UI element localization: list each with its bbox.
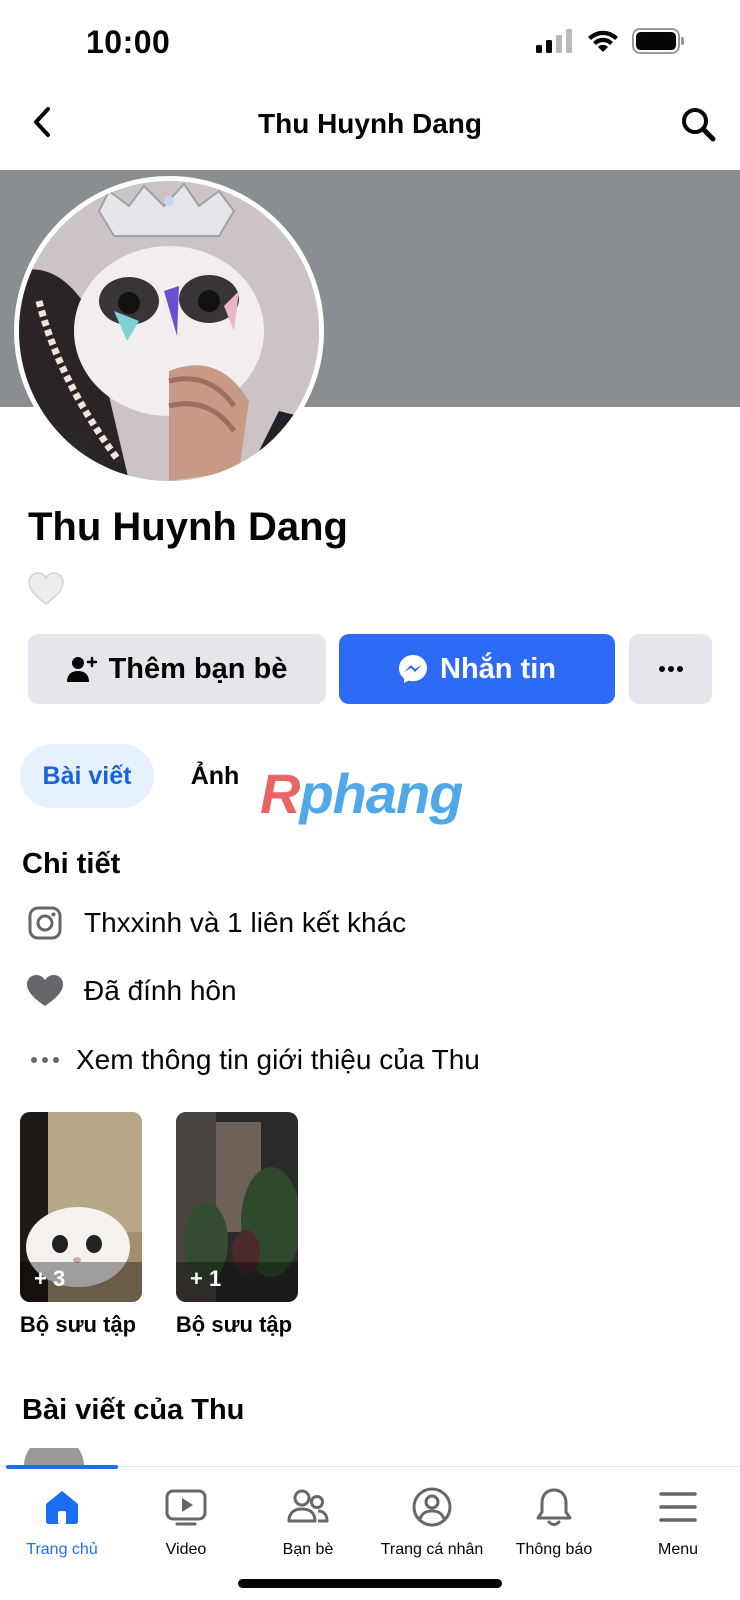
status-icons [536, 28, 686, 54]
nav-friends[interactable]: Bạn bè [246, 1483, 370, 1559]
bottom-navigation: Trang chủ Video Bạn bè Trang cá nhân Thô… [0, 1465, 740, 1600]
menu-icon [654, 1483, 702, 1531]
add-friend-icon [66, 656, 97, 682]
collection-thumbnail: + 3 [20, 1112, 142, 1302]
wifi-icon [588, 30, 618, 52]
detail-relationship-text: Đã đính hôn [84, 975, 237, 1006]
collection-item[interactable]: + 3 Bộ sưu tập [20, 1112, 142, 1338]
home-indicator [238, 1579, 502, 1588]
nav-profile[interactable]: Trang cá nhân [370, 1483, 494, 1559]
status-bar: 10:00 [0, 0, 740, 80]
profile-name: Thu Huynh Dang [28, 505, 348, 549]
nav-friends-label: Bạn bè [282, 1541, 334, 1558]
details-title: Chi tiết [22, 848, 121, 880]
detail-see-about-text: Xem thông tin giới thiệu của Thu [76, 1044, 480, 1075]
profile-actions: Thêm bạn bè Nhắn tin [28, 634, 712, 704]
collection-item[interactable]: + 1 Bộ sưu tập [176, 1112, 298, 1338]
more-options-button[interactable] [629, 634, 712, 704]
bio-white-heart-icon [28, 572, 64, 611]
post-preview-cutoff [22, 1448, 722, 1466]
collection-thumbnail: + 1 [176, 1112, 298, 1302]
instagram-icon [22, 900, 68, 946]
heart-icon [22, 968, 68, 1014]
more-dots-icon [22, 1037, 68, 1083]
avatar-image [19, 181, 319, 481]
tab-posts[interactable]: Bài viết [20, 744, 154, 808]
detail-relationship: Đã đính hôn [22, 966, 237, 1016]
nav-home-label: Trang chủ [26, 1541, 98, 1558]
search-button[interactable] [676, 102, 720, 146]
cellular-signal-icon [536, 29, 572, 53]
active-tab-indicator [6, 1465, 118, 1469]
nav-menu[interactable]: Menu [616, 1483, 740, 1559]
nav-menu-label: Menu [657, 1541, 699, 1558]
header-title: Thu Huynh Dang [258, 108, 482, 139]
messenger-icon [399, 655, 427, 683]
more-dots-icon [658, 666, 683, 672]
watermark-part-1: R [260, 762, 300, 825]
search-icon [682, 108, 716, 142]
add-friend-label: Thêm bạn bè [108, 652, 288, 685]
detail-instagram-text: Thxxinh và 1 liên kết khác [84, 907, 407, 938]
navigation-header: Thu Huynh Dang [0, 90, 740, 166]
collection-caption: Bộ sưu tập [19, 1312, 137, 1337]
nav-home[interactable]: Trang chủ [0, 1483, 124, 1559]
home-icon [38, 1483, 86, 1531]
collection-caption: Bộ sưu tập [175, 1312, 293, 1337]
add-friend-button[interactable]: Thêm bạn bè [28, 634, 326, 704]
nav-notifications[interactable]: Thông báo [492, 1483, 616, 1559]
nav-notifications-label: Thông báo [515, 1541, 593, 1558]
friends-icon [284, 1483, 332, 1531]
video-icon [162, 1483, 210, 1531]
collection-count: + 3 [34, 1266, 66, 1291]
profile-icon [408, 1483, 456, 1531]
detail-see-about[interactable]: Xem thông tin giới thiệu của Thu [22, 1035, 480, 1085]
nav-video[interactable]: Video [124, 1483, 248, 1559]
posts-section-title: Bài viết của Thu [22, 1394, 245, 1426]
bell-icon [530, 1483, 578, 1531]
watermark-part-2: phang [299, 762, 463, 825]
nav-profile-label: Trang cá nhân [380, 1541, 484, 1558]
collection-count: + 1 [190, 1266, 222, 1291]
message-button[interactable]: Nhắn tin [339, 634, 615, 704]
watermark-logo: Rphang [260, 766, 463, 822]
nav-video-label: Video [165, 1541, 207, 1558]
message-label: Nhắn tin [440, 652, 556, 685]
status-time: 10:00 [86, 24, 171, 60]
tab-photos[interactable]: Ảnh [180, 744, 250, 808]
detail-instagram[interactable]: Thxxinh và 1 liên kết khác [22, 898, 406, 948]
battery-icon [632, 28, 684, 54]
profile-avatar[interactable] [14, 176, 324, 486]
